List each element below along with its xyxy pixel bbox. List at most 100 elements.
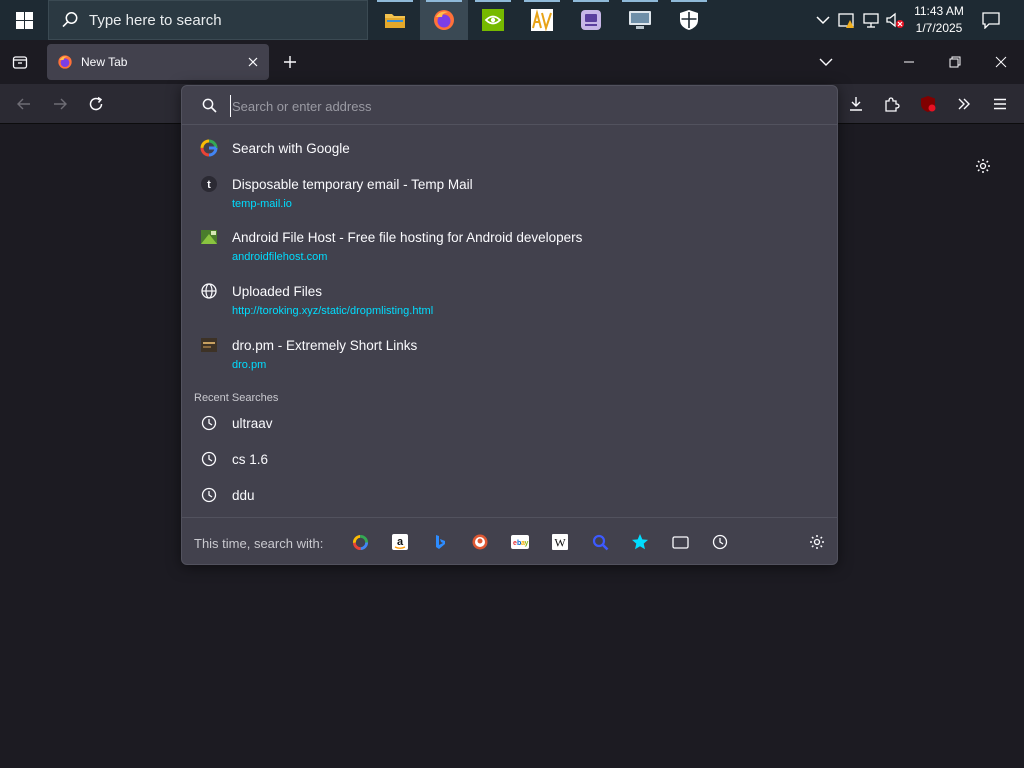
search-engine-button[interactable] bbox=[588, 530, 612, 554]
taskbar-app-nvidia[interactable] bbox=[469, 0, 517, 40]
taskbar-clock[interactable]: 11:43 AM 1/7/2025 bbox=[898, 3, 980, 37]
wikipedia-engine-button[interactable]: W bbox=[548, 530, 572, 554]
minimize-button[interactable] bbox=[886, 40, 932, 84]
result-title: Android File Host - Free file hosting fo… bbox=[232, 230, 583, 245]
search-with-google-label: Search with Google bbox=[232, 141, 350, 156]
extensions-button[interactable] bbox=[876, 88, 908, 120]
clock-icon bbox=[200, 414, 218, 432]
result-url: dro.pm bbox=[232, 359, 267, 371]
svg-text:W: W bbox=[554, 536, 566, 550]
bing-icon bbox=[436, 535, 445, 549]
download-icon bbox=[850, 97, 862, 111]
clock-date: 1/7/2025 bbox=[915, 21, 963, 35]
taskbar-app-file-explorer[interactable] bbox=[371, 0, 419, 40]
notification-center-icon[interactable] bbox=[980, 10, 1002, 30]
result-row[interactable]: Uploaded Files http://toroking.xyz/stati… bbox=[190, 276, 830, 322]
dro-pm-icon bbox=[200, 336, 218, 354]
back-button[interactable] bbox=[8, 88, 40, 120]
taskbar-app-purple[interactable] bbox=[567, 0, 615, 40]
duckduckgo-icon bbox=[472, 534, 488, 550]
recent-search-label: ultraav bbox=[232, 416, 273, 431]
recent-search-label: ddu bbox=[232, 488, 255, 503]
google-icon bbox=[352, 534, 368, 550]
one-off-search-bar: This time, search with: a ebay W bbox=[182, 517, 837, 565]
tab-close-button[interactable] bbox=[245, 54, 261, 70]
plus-icon bbox=[284, 56, 296, 68]
chevron-down-icon bbox=[819, 58, 833, 66]
bing-engine-button[interactable] bbox=[428, 530, 452, 554]
search-with-google-row[interactable]: Search with Google bbox=[190, 133, 830, 163]
firefox-view-button[interactable] bbox=[6, 48, 34, 76]
reload-button[interactable] bbox=[80, 88, 112, 120]
search-settings-button[interactable] bbox=[805, 530, 829, 554]
address-bar bbox=[182, 86, 837, 125]
globe-icon bbox=[200, 282, 218, 300]
list-all-tabs-button[interactable] bbox=[812, 48, 840, 76]
star-icon bbox=[632, 534, 648, 550]
search-icon bbox=[202, 98, 217, 113]
tray-overflow-chevron-icon[interactable] bbox=[813, 10, 833, 30]
result-row[interactable]: Android File Host - Free file hosting fo… bbox=[190, 222, 830, 268]
tab-new-tab[interactable]: New Tab bbox=[47, 44, 269, 80]
magnifier-icon bbox=[592, 534, 608, 550]
result-url: androidfilehost.com bbox=[232, 251, 328, 263]
taskbar-app-av[interactable] bbox=[518, 0, 566, 40]
temp-mail-icon: t bbox=[200, 175, 218, 193]
recent-search-row[interactable]: ddu bbox=[190, 480, 830, 510]
running-indicator bbox=[622, 0, 658, 2]
google-engine-button[interactable] bbox=[348, 530, 372, 554]
ublock-origin-button[interactable] bbox=[912, 88, 944, 120]
av-app-icon bbox=[531, 9, 553, 32]
purple-app-icon bbox=[581, 10, 601, 30]
monitor-app-icon bbox=[629, 11, 651, 29]
taskbar-app-shield[interactable] bbox=[665, 0, 713, 40]
more-tools-button[interactable] bbox=[948, 88, 980, 120]
hamburger-menu-icon bbox=[994, 98, 1006, 110]
customize-new-tab-button[interactable] bbox=[972, 155, 994, 177]
minimize-icon bbox=[904, 61, 914, 63]
address-bar-dropdown: Search with Google t Disposable temporar… bbox=[181, 85, 838, 565]
new-tab-button[interactable] bbox=[276, 48, 304, 76]
running-indicator bbox=[524, 0, 560, 2]
restore-button[interactable] bbox=[932, 40, 978, 84]
arrow-right-icon bbox=[54, 98, 67, 110]
restore-icon bbox=[949, 56, 961, 68]
recent-search-row[interactable]: cs 1.6 bbox=[190, 444, 830, 474]
forward-button[interactable] bbox=[44, 88, 76, 120]
puzzle-piece-icon bbox=[885, 97, 900, 112]
amazon-icon: a bbox=[392, 534, 408, 550]
one-off-label: This time, search with: bbox=[194, 536, 324, 551]
close-icon bbox=[995, 56, 1007, 68]
recent-search-row[interactable]: ultraav bbox=[190, 408, 830, 438]
amazon-engine-button[interactable]: a bbox=[388, 530, 412, 554]
result-row[interactable]: t Disposable temporary email - Temp Mail… bbox=[190, 169, 830, 215]
running-indicator bbox=[573, 0, 609, 2]
tray-network-icon[interactable] bbox=[861, 10, 881, 30]
ebay-icon: ebay bbox=[511, 535, 529, 549]
double-chevron-right-icon bbox=[958, 98, 970, 110]
clock-icon bbox=[200, 450, 218, 468]
google-icon bbox=[200, 139, 218, 157]
app-menu-button[interactable] bbox=[984, 88, 1016, 120]
ebay-engine-button[interactable]: ebay bbox=[508, 530, 532, 554]
folder-icon bbox=[385, 14, 405, 28]
tabs-engine-button[interactable] bbox=[668, 530, 692, 554]
tray-update-warning-icon[interactable] bbox=[837, 10, 857, 30]
taskbar-search-box[interactable]: Type here to search bbox=[48, 0, 368, 40]
taskbar-app-monitor[interactable] bbox=[616, 0, 664, 40]
address-input[interactable] bbox=[230, 95, 820, 117]
clock-icon bbox=[200, 486, 218, 504]
result-title: dro.pm - Extremely Short Links bbox=[232, 338, 418, 353]
downloads-button[interactable] bbox=[840, 88, 872, 120]
bookmarks-engine-button[interactable] bbox=[628, 530, 652, 554]
result-row[interactable]: dro.pm - Extremely Short Links dro.pm bbox=[190, 330, 830, 376]
history-engine-button[interactable] bbox=[708, 530, 732, 554]
duckduckgo-engine-button[interactable] bbox=[468, 530, 492, 554]
recent-searches-heading: Recent Searches bbox=[194, 392, 279, 404]
start-button[interactable] bbox=[0, 0, 48, 40]
windows-taskbar: Type here to search 11:43 AM 1/7/2025 bbox=[0, 0, 1024, 40]
taskbar-app-firefox[interactable] bbox=[420, 0, 468, 40]
close-window-button[interactable] bbox=[978, 40, 1024, 84]
firefox-view-icon bbox=[12, 56, 28, 69]
svg-text:a: a bbox=[397, 536, 404, 548]
